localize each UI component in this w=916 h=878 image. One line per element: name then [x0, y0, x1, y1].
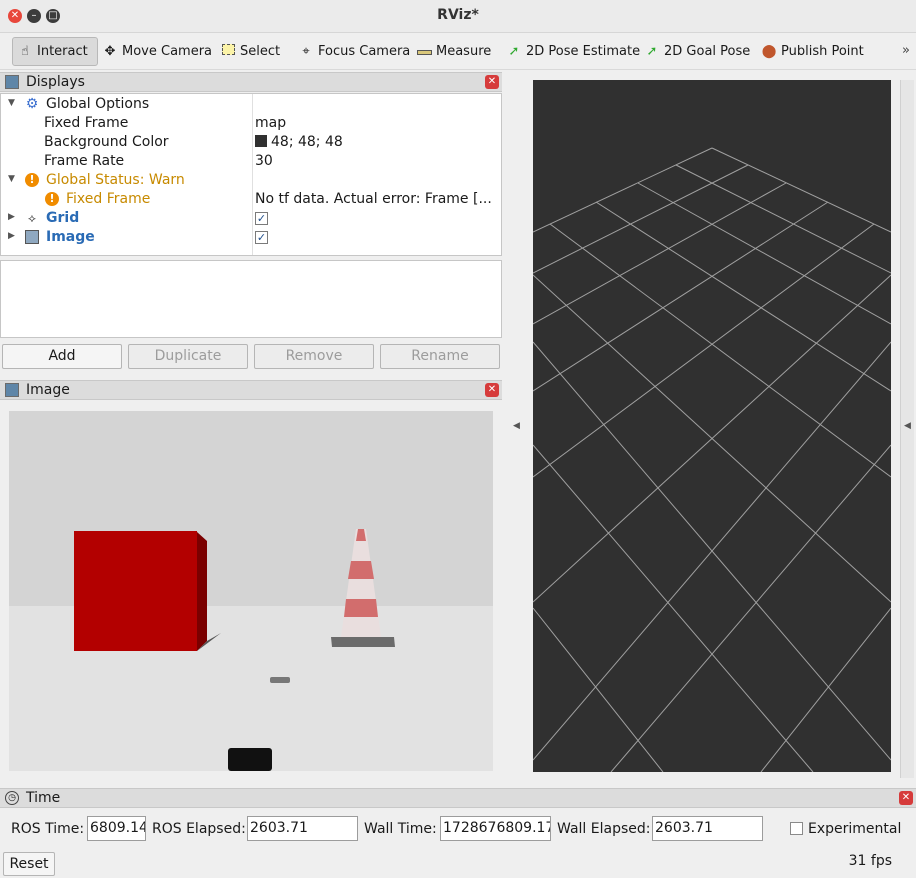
time-panel: ROS Time: 6809.14 ROS Elapsed: 2603.71 W…	[0, 788, 916, 878]
grid-enabled-checkbox[interactable]: ✓	[255, 212, 268, 225]
green-arrow-icon: ➚	[508, 43, 520, 59]
close-panel-icon[interactable]: ✕	[485, 75, 499, 89]
tool-measure[interactable]: Measure	[412, 37, 495, 66]
add-button[interactable]: Add	[2, 344, 122, 369]
tree-row-frame-rate[interactable]: Frame Rate 30	[1, 152, 501, 171]
warning-icon: !	[45, 192, 59, 206]
ros-elapsed-field[interactable]: 2603.71	[247, 816, 358, 841]
camera-image-view	[9, 411, 493, 771]
displays-tree: ▼ ⚙ Global Options Fixed Frame map Backg…	[0, 93, 502, 256]
expand-arrow-icon[interactable]: ▶	[8, 212, 15, 222]
tool-focus-camera[interactable]: ⌖ Focus Camera	[294, 37, 414, 66]
gear-icon: ⚙	[25, 96, 39, 112]
tree-row-image[interactable]: ▶ Image ✓	[1, 228, 501, 247]
experimental-label: Experimental	[808, 821, 902, 837]
map-pin-icon: ⬤	[761, 43, 777, 59]
tree-row-global-status[interactable]: ▼ ! Global Status: Warn	[1, 171, 501, 190]
collapse-arrow-icon[interactable]: ▼	[8, 98, 15, 108]
window-title: RViz*	[437, 7, 479, 23]
tree-row-grid[interactable]: ▶ ⟡ Grid ✓	[1, 209, 501, 228]
toolbar-overflow-icon[interactable]: »	[902, 43, 910, 58]
ros-time-field[interactable]: 6809.14	[87, 816, 146, 841]
right-dock-handle[interactable]: ◀	[900, 80, 914, 778]
tool-2d-goal-pose[interactable]: ➚ 2D Goal Pose	[640, 37, 754, 66]
tool-select[interactable]: Select	[216, 37, 284, 66]
close-panel-icon[interactable]: ✕	[485, 383, 499, 397]
collapse-arrow-icon[interactable]: ▼	[8, 174, 15, 184]
crosshair-icon: ⌖	[302, 43, 310, 59]
tools-toolbar: ☝ Interact ✥ Move Camera Select ⌖ Focus …	[0, 33, 916, 70]
ruler-icon	[416, 44, 432, 60]
rename-button[interactable]: Rename	[380, 344, 500, 369]
camera-image	[9, 411, 493, 771]
tool-publish-point[interactable]: ⬤ Publish Point	[757, 37, 868, 66]
image-panel-header: Image ✕	[0, 380, 502, 400]
image-icon	[25, 230, 39, 244]
tool-interact[interactable]: ☝ Interact	[12, 37, 98, 66]
move-camera-icon: ✥	[104, 43, 116, 59]
fps-readout: 31 fps	[848, 853, 892, 869]
tree-row-global-options[interactable]: ▼ ⚙ Global Options	[1, 95, 501, 114]
tool-move-camera[interactable]: ✥ Move Camera	[98, 37, 216, 66]
wall-elapsed-field[interactable]: 2603.71	[652, 816, 763, 841]
display-description-box	[0, 260, 502, 338]
image-icon	[5, 383, 19, 397]
collapse-right-arrow-icon[interactable]: ◀	[904, 421, 911, 431]
displays-panel-header: Displays ✕	[0, 72, 502, 92]
wall-time-field[interactable]: 1728676809.17	[440, 816, 551, 841]
color-swatch	[255, 135, 267, 147]
green-arrow-icon: ➚	[646, 43, 658, 59]
warning-icon: !	[25, 173, 39, 187]
duplicate-button[interactable]: Duplicate	[128, 344, 248, 369]
grid-render	[532, 147, 892, 773]
remove-button[interactable]: Remove	[254, 344, 374, 369]
tree-row-fixed-frame[interactable]: Fixed Frame map	[1, 114, 501, 133]
collapse-left-arrow-icon[interactable]: ◀	[513, 421, 520, 431]
select-box-icon	[220, 43, 236, 60]
experimental-checkbox[interactable]	[790, 822, 803, 835]
tree-row-background-color[interactable]: Background Color 48; 48; 48	[1, 133, 501, 152]
reset-button[interactable]: Reset	[3, 852, 55, 876]
hand-pointer-icon: ☝	[21, 43, 29, 59]
tree-row-status-fixed-frame[interactable]: ! Fixed Frame No tf data. Actual error: …	[1, 190, 501, 209]
monitor-icon	[5, 75, 19, 89]
3d-render-viewport[interactable]	[532, 80, 892, 773]
window-titlebar: ✕ – □ RViz*	[0, 0, 916, 33]
image-enabled-checkbox[interactable]: ✓	[255, 231, 268, 244]
expand-arrow-icon[interactable]: ▶	[8, 231, 15, 241]
tool-2d-pose-estimate[interactable]: ➚ 2D Pose Estimate	[502, 37, 644, 66]
grid-icon: ⟡	[28, 211, 36, 225]
